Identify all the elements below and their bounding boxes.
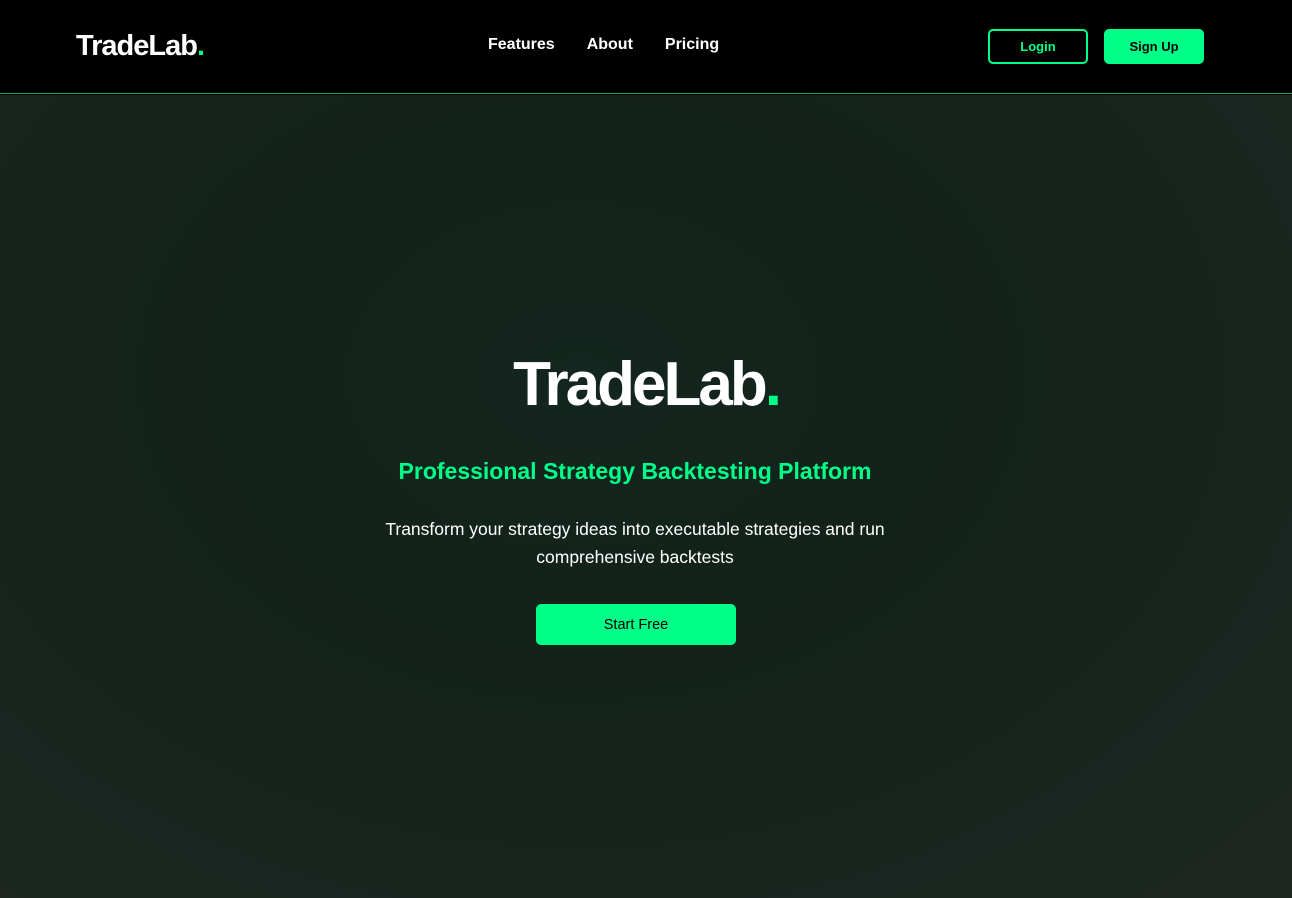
hero-title-dot: . xyxy=(764,350,782,419)
nav-link-pricing[interactable]: Pricing xyxy=(665,35,719,55)
brand-name: TradeLab xyxy=(76,30,198,62)
nav-links: Features About Pricing xyxy=(488,35,719,55)
start-free-button[interactable]: Start Free xyxy=(536,604,736,645)
brand-dot: . xyxy=(196,30,205,62)
hero-description: Transform your strategy ideas into execu… xyxy=(385,519,885,567)
hero-subtitle: Professional Strategy Backtesting Platfo… xyxy=(398,458,872,484)
hero-title-name: TradeLab xyxy=(513,350,768,419)
nav-link-features[interactable]: Features xyxy=(488,35,555,55)
hero-title: TradeLab. xyxy=(0,347,1292,423)
login-button[interactable]: Login xyxy=(988,29,1088,64)
signup-button[interactable]: Sign Up xyxy=(1104,29,1204,64)
top-navbar: TradeLab. Features About Pricing Login S… xyxy=(0,0,1292,94)
hero-section: TradeLab. Professional Strategy Backtest… xyxy=(0,95,1292,898)
brand-logo[interactable]: TradeLab. xyxy=(76,29,205,63)
nav-link-about[interactable]: About xyxy=(587,35,633,55)
